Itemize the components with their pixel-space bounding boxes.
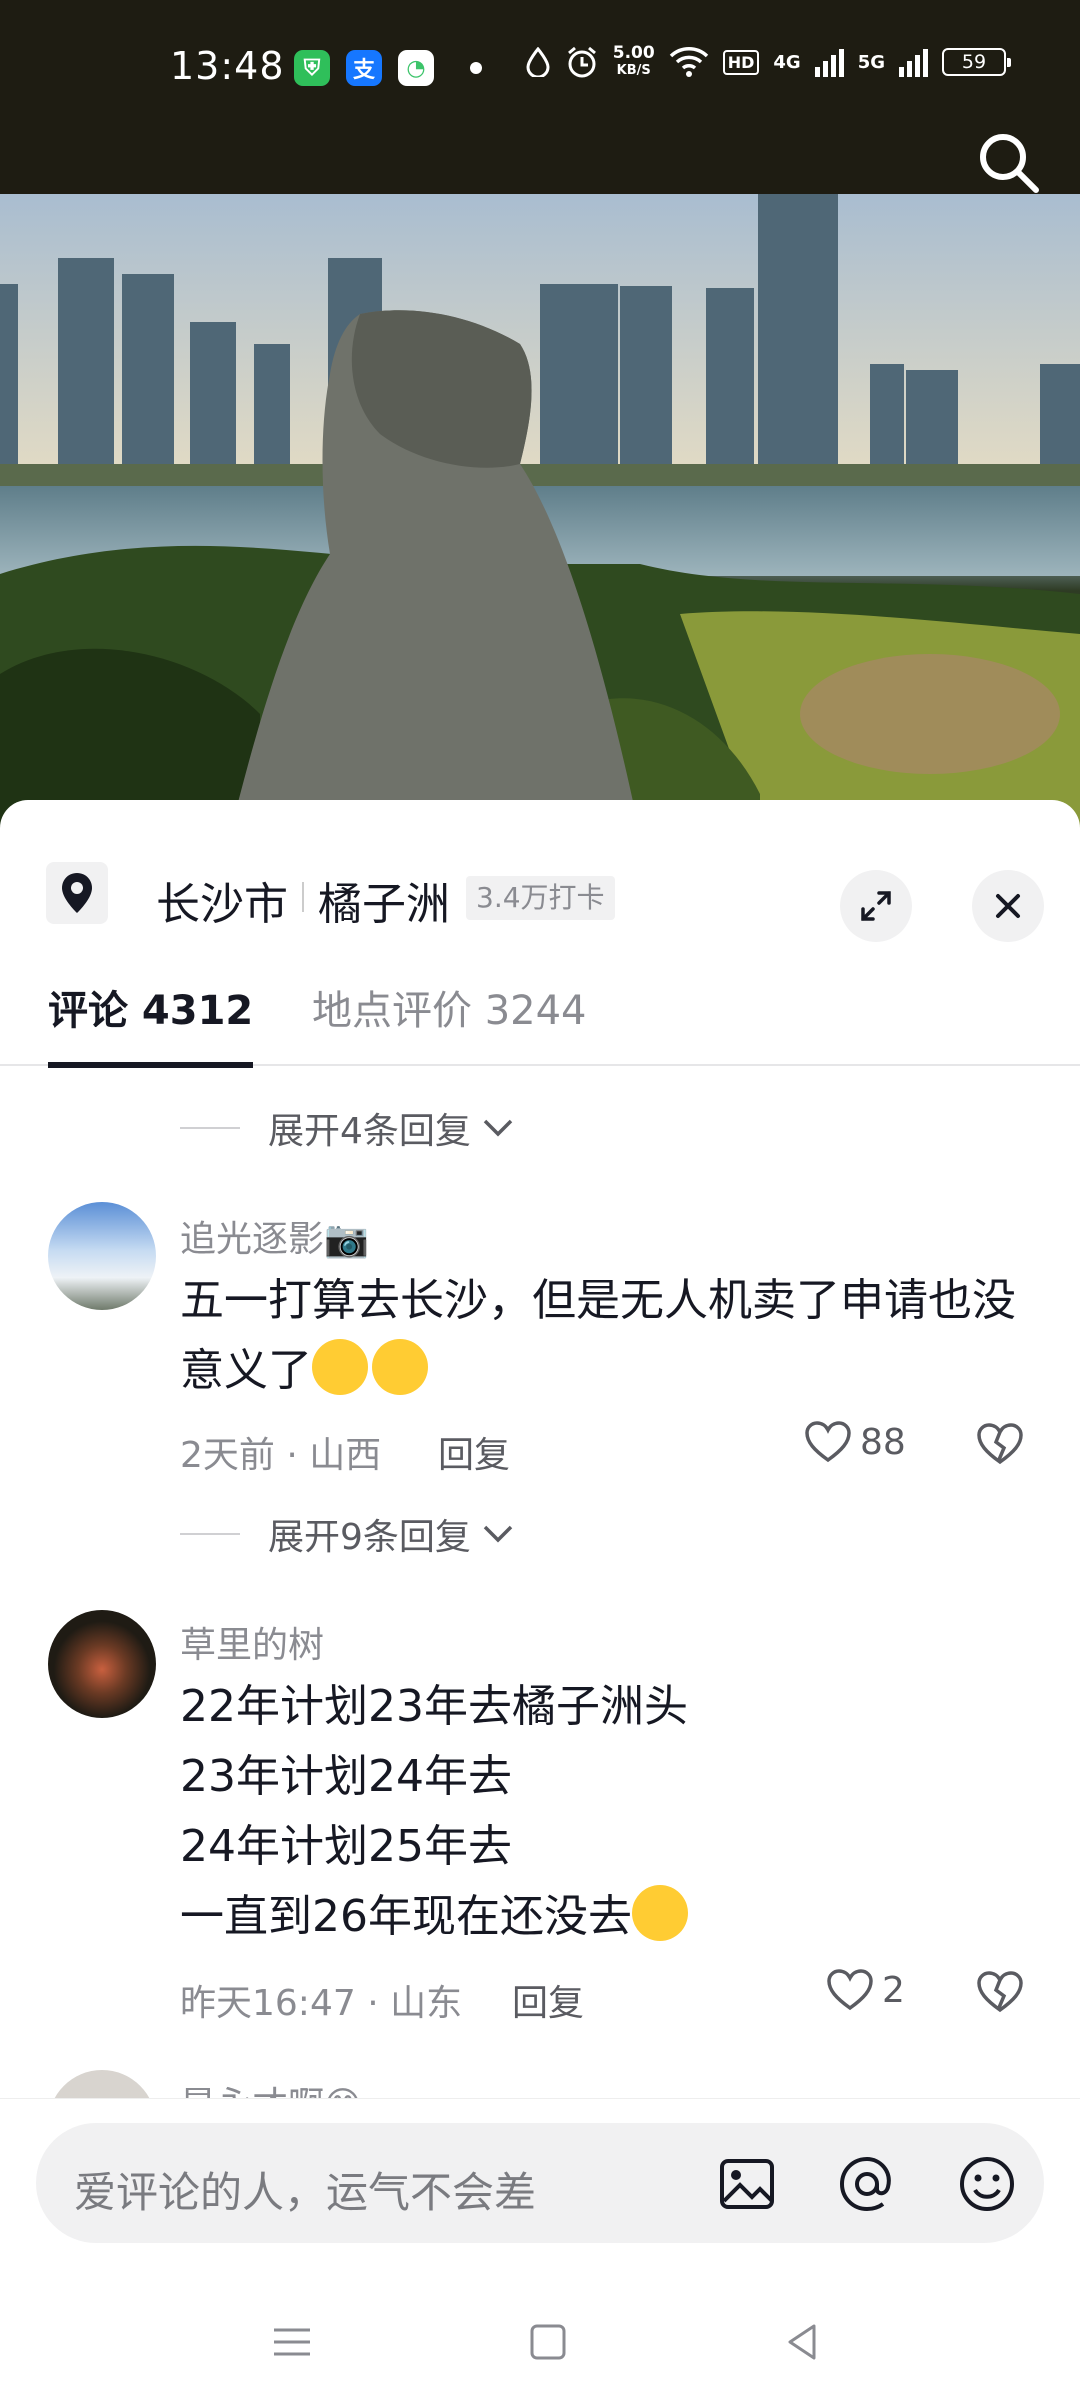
comment-text: 22年计划23年去橘子洲头 23年计划24年去 24年计划25年去 一直到26年… xyxy=(180,1672,1020,1952)
crying-emoji-icon xyxy=(312,1339,368,1395)
comment-time-location: 昨天16:47 · 山东 xyxy=(180,1983,463,2024)
like-button[interactable]: 88 xyxy=(804,1420,906,1464)
comment-input[interactable]: 爱评论的人，运气不会差 xyxy=(36,2123,1044,2243)
back-icon[interactable] xyxy=(774,2312,834,2372)
comment-line: 24年计划25年去 xyxy=(180,1821,512,1872)
at-mention-icon[interactable] xyxy=(836,2153,898,2215)
net-speed: 5.00 KB/S xyxy=(612,43,655,78)
search-icon[interactable] xyxy=(976,130,1040,194)
alipay-icon: 支 xyxy=(346,50,382,86)
green-app-icon: ◔ xyxy=(398,50,434,86)
fullscreen-button[interactable] xyxy=(840,870,912,942)
comment-author[interactable]: 草里的树 xyxy=(180,1616,324,1668)
comment-line: 22年计划23年去橘子洲头 xyxy=(180,1681,688,1732)
expand-replies-button[interactable]: 展开4条回复 xyxy=(180,1102,515,1154)
expand-replies-label: 展开4条回复 xyxy=(268,1111,471,1152)
close-button[interactable] xyxy=(972,870,1044,942)
close-icon xyxy=(996,894,1020,918)
notification-dot-icon xyxy=(470,62,482,74)
like-button[interactable]: 2 xyxy=(826,1968,905,2012)
location-photo[interactable] xyxy=(0,194,1080,834)
status-time: 13:48 xyxy=(170,44,285,88)
comment-author[interactable]: 追光逐影📷 xyxy=(180,1210,369,1262)
signal-bars-icon xyxy=(899,47,928,77)
checkin-count-badge: 3.4万打卡 xyxy=(466,876,615,920)
expand-icon xyxy=(861,891,891,921)
shield-app-icon: ⛨ xyxy=(294,50,330,86)
comment-text: 五一打算去长沙，但是无人机卖了申请也没意义了 xyxy=(180,1266,1020,1406)
water-drop-icon xyxy=(526,47,550,77)
comment-input-placeholder: 爱评论的人，运气不会差 xyxy=(74,2168,537,2217)
location-pin-icon xyxy=(46,862,108,924)
wifi-icon xyxy=(669,47,708,77)
system-nav-bar xyxy=(0,2300,1080,2400)
comment-line: 一直到26年现在还没去 xyxy=(180,1882,1020,1952)
alarm-icon xyxy=(567,46,596,78)
broken-heart-icon[interactable] xyxy=(976,1422,1024,1466)
expand-replies-label: 展开9条回复 xyxy=(268,1517,471,1558)
chevron-down-icon xyxy=(483,1525,513,1543)
avatar[interactable] xyxy=(48,1610,156,1718)
network-5g: 5G xyxy=(857,51,885,73)
comment-tabs: 评论 4312 地点评价 3244 xyxy=(0,978,1080,1068)
location-header: 长沙市 橘子洲 3.4万打卡 xyxy=(0,832,1080,942)
tab-place-reviews[interactable]: 地点评价 3244 xyxy=(312,978,587,1064)
tab-comments[interactable]: 评论 4312 xyxy=(48,978,254,1068)
location-separator xyxy=(302,882,304,912)
network-4g: 4G xyxy=(773,51,801,73)
avatar[interactable] xyxy=(48,1202,156,1310)
expand-replies-button[interactable]: 展开9条回复 xyxy=(180,1508,515,1560)
location-city[interactable]: 长沙市 xyxy=(156,868,288,932)
status-icons: 5.00 KB/S HD 4G 5G 59 xyxy=(525,43,1011,80)
comment-line: 23年计划24年去 xyxy=(180,1751,512,1802)
broken-heart-icon[interactable] xyxy=(976,1970,1024,2014)
like-count: 2 xyxy=(882,1969,905,2011)
emoji-icon[interactable] xyxy=(956,2153,1018,2215)
divider xyxy=(180,1533,240,1535)
heart-icon xyxy=(827,1969,873,2011)
comment-text-body: 五一打算去长沙，但是无人机卖了申请也没意义了 xyxy=(180,1275,1016,1396)
city-skyline-image xyxy=(0,194,1080,834)
heart-icon xyxy=(805,1421,851,1463)
location-place[interactable]: 橘子洲 xyxy=(318,868,450,932)
image-icon[interactable] xyxy=(716,2153,778,2215)
like-count: 88 xyxy=(860,1421,906,1463)
home-icon[interactable] xyxy=(518,2312,578,2372)
crying-emoji-icon xyxy=(372,1339,428,1395)
laughing-crying-emoji-icon xyxy=(632,1885,688,1941)
status-bar: 13:48 ⛨ 支 ◔ 5.00 KB/S HD 4G 5G 59 xyxy=(0,0,1080,194)
chevron-down-icon xyxy=(483,1119,513,1137)
hd-tag: HD xyxy=(722,49,760,75)
menu-icon[interactable] xyxy=(262,2312,322,2372)
comment-time-location: 2天前 · 山西 xyxy=(180,1435,382,1476)
battery-icon: 59 xyxy=(942,48,1011,76)
divider xyxy=(180,1127,240,1129)
reply-button[interactable]: 回复 xyxy=(438,1426,510,1478)
reply-button[interactable]: 回复 xyxy=(512,1974,584,2026)
signal-bars-icon xyxy=(814,47,844,77)
